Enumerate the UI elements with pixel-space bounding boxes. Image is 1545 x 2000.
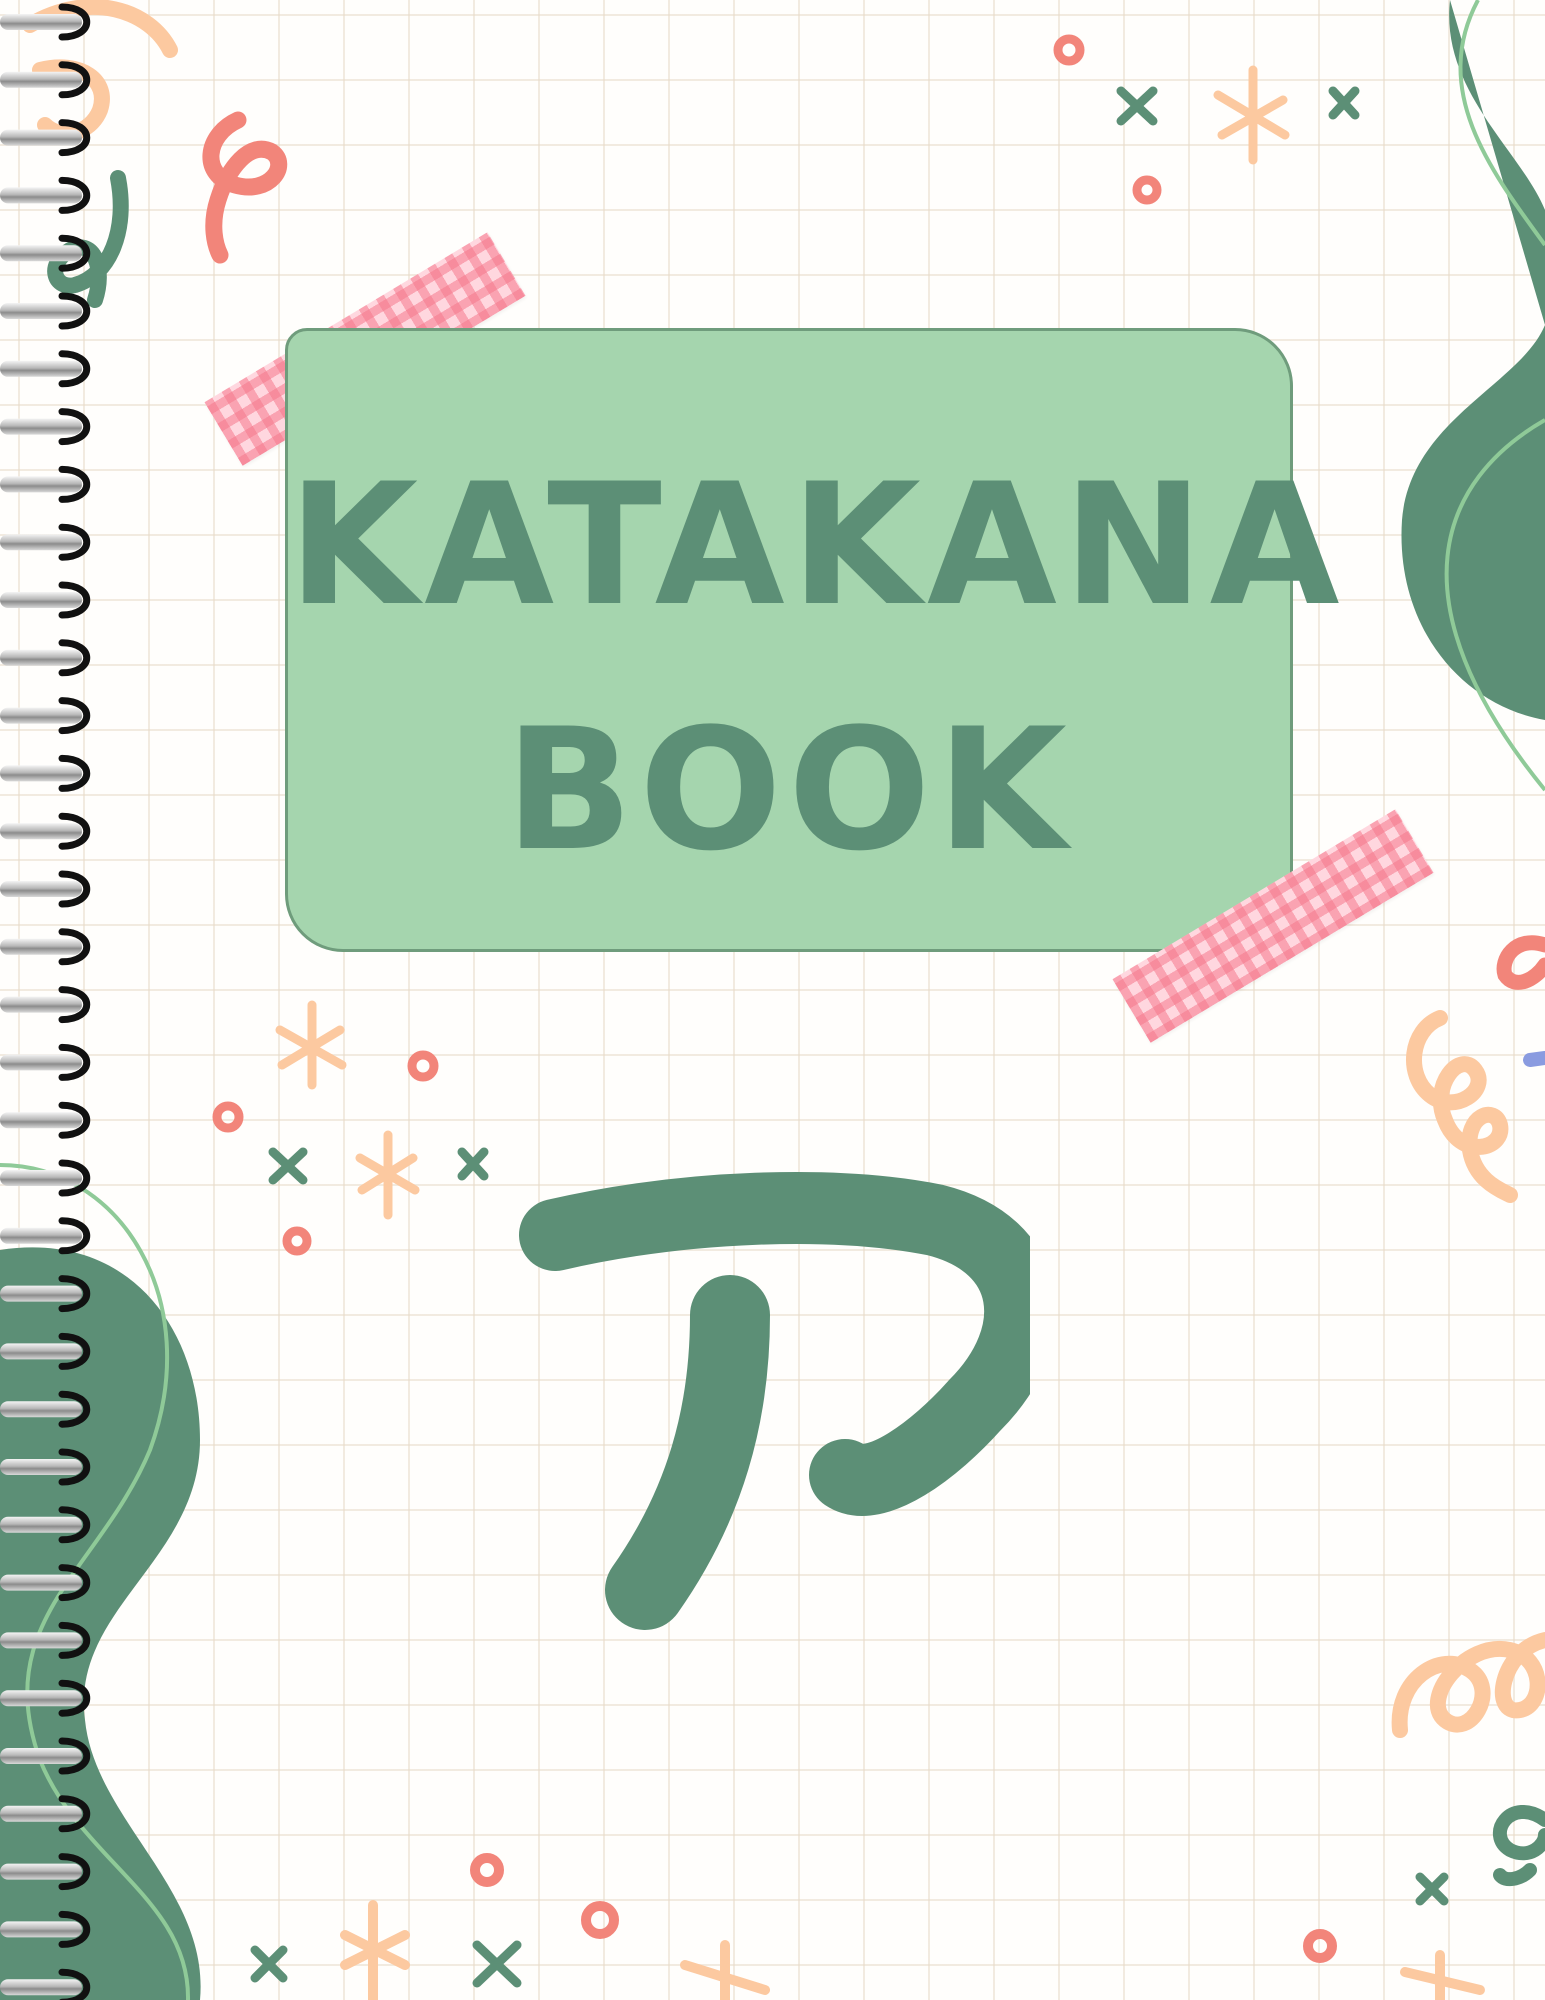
spiral-coil — [0, 1853, 91, 1891]
coral-dot — [1132, 175, 1162, 205]
spiral-coil — [0, 408, 91, 446]
spiral-binding — [0, 3, 91, 2000]
spiral-coil — [0, 581, 91, 619]
spiral-coil — [0, 1679, 91, 1717]
spiral-coil — [0, 1795, 91, 1833]
peach-swirl-bottom-right — [1391, 1632, 1545, 1738]
spiral-coil — [0, 1564, 91, 1602]
spiral-coil — [0, 1968, 91, 2000]
spiral-coil — [0, 3, 91, 41]
spiral-coil — [0, 292, 91, 330]
spiral-coil — [0, 61, 91, 99]
spiral-coil — [0, 1737, 91, 1775]
katakana-a-stroke-1 — [519, 1172, 1030, 1516]
spiral-coil — [0, 1043, 91, 1081]
cover-title-line-1: KATAKANA — [288, 447, 1346, 643]
katakana-a-icon — [519, 1172, 1030, 1630]
coral-dot — [581, 1901, 619, 1939]
cover-title-line-2: BOOK — [505, 692, 1073, 888]
spiral-coils — [0, 3, 91, 2000]
background-decorations — [0, 0, 1545, 2000]
spiral-coil — [0, 754, 91, 792]
coral-dot — [1053, 34, 1085, 66]
spiral-coil — [0, 1332, 91, 1370]
spiral-coil — [0, 119, 91, 157]
spiral-coil — [0, 1159, 91, 1197]
spiral-coil — [0, 639, 91, 677]
spiral-coil — [0, 986, 91, 1024]
coral-dot — [1303, 1929, 1337, 1963]
coral-swirl-right — [1496, 935, 1545, 990]
spiral-coil — [0, 234, 91, 272]
green-blob-top-right — [1401, 0, 1545, 720]
coral-swirl-top-left — [202, 111, 288, 264]
spiral-coil — [0, 1506, 91, 1544]
spiral-coil — [0, 1448, 91, 1486]
spiral-coil — [0, 870, 91, 908]
green-cross — [250, 1872, 1449, 1988]
blue-mark-right — [1523, 1051, 1545, 1067]
green-swirl-bottom-right — [1492, 1805, 1545, 1887]
peach-star — [1213, 65, 1290, 165]
spiral-coil — [0, 928, 91, 966]
coral-dot — [282, 1226, 312, 1256]
peach-swirl-right — [1406, 1010, 1518, 1203]
spiral-coil — [0, 350, 91, 388]
spiral-coil — [0, 1621, 91, 1659]
coral-dot — [407, 1050, 439, 1082]
katakana-a-stroke-2 — [605, 1275, 770, 1630]
notebook-cover: KATAKANA BOOK — [0, 0, 1545, 2000]
spiral-coil — [0, 523, 91, 561]
spiral-coil — [0, 1101, 91, 1139]
spiral-coil — [0, 1910, 91, 1948]
spiral-coil — [0, 176, 91, 214]
spiral-coil — [0, 697, 91, 735]
coral-dot — [470, 1853, 504, 1887]
spiral-coil — [0, 812, 91, 850]
spiral-coil — [0, 465, 91, 503]
coral-dot — [212, 1101, 244, 1133]
spiral-coil — [0, 1275, 91, 1313]
title-card: KATAKANA BOOK — [285, 328, 1346, 952]
spiral-coil — [0, 1217, 91, 1255]
spiral-coil — [0, 1390, 91, 1428]
